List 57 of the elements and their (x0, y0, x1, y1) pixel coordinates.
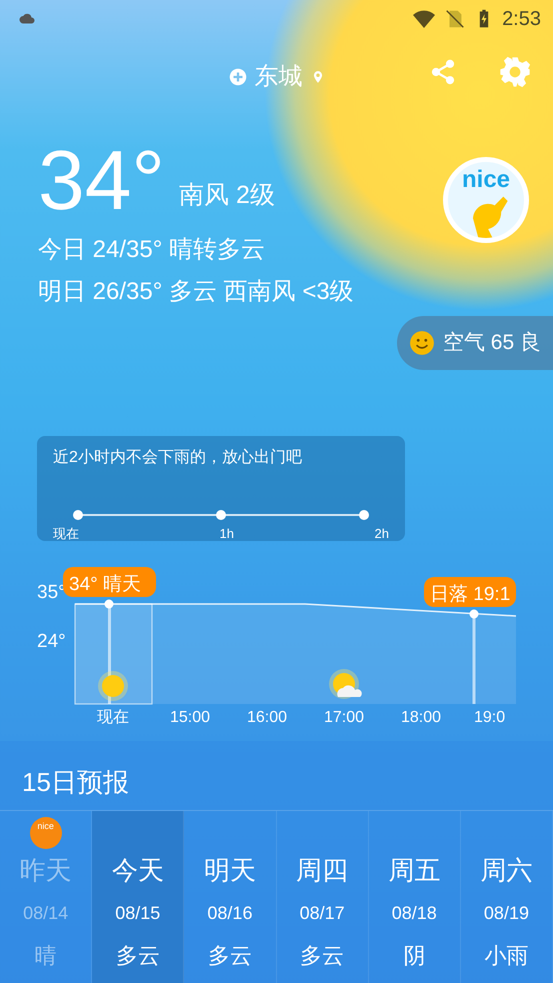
day-name: 周四 (295, 854, 350, 887)
timeline-label: 1h (220, 525, 234, 543)
day-weather: 阴 (402, 942, 426, 970)
day-name: 周六 (479, 854, 534, 887)
axis-label: 35° (37, 582, 66, 603)
temperature-callout: 34° 晴天 (63, 567, 156, 597)
status-time: 2:53 (502, 7, 541, 32)
rain-message: 近2小时内不会下雨的，放心出门吧 (53, 448, 303, 468)
day-date: 08/16 (206, 902, 254, 925)
day-date: 08/15 (114, 902, 162, 925)
sunset-point (470, 610, 478, 618)
axis-label: 24° (37, 631, 66, 652)
timeline-label: 2h (374, 525, 389, 543)
settings-icon[interactable] (499, 56, 531, 88)
day-weather: 多云 (114, 942, 161, 970)
day-name: 明天 (202, 854, 257, 887)
air-quality-pill[interactable]: 空气 65 良 (396, 316, 553, 370)
logo-badge[interactable]: nice (443, 157, 529, 243)
city-name[interactable]: 东城 (254, 59, 302, 95)
day-weather: 多云 (206, 942, 253, 970)
day-weather: 小雨 (483, 942, 530, 970)
add-icon[interactable] (228, 68, 246, 86)
temperature: 34° (38, 138, 166, 222)
forecast-day-column[interactable]: 今天 08/15 多云 (92, 811, 184, 983)
logo-text: nice (460, 168, 512, 192)
day-name: 昨天 (18, 854, 73, 887)
now-point (104, 600, 114, 608)
day-date: 08/14 (22, 902, 70, 925)
forecast-day-column[interactable]: 明天 08/16 多云 (184, 811, 277, 983)
wind-info: 南风 2级 (179, 180, 275, 210)
share-icon[interactable] (429, 58, 457, 86)
tomorrow-forecast: 明日 26/35° 多云 西南风 <3级 (38, 277, 355, 307)
time-label: 16:00 (246, 709, 288, 726)
day-date: 08/19 (482, 902, 530, 925)
time-label: 17:00 (324, 709, 364, 726)
time-label: 18:00 (400, 709, 442, 726)
day-name: 今天 (110, 854, 165, 887)
no-sim-icon (444, 8, 466, 30)
day-weather: 晴 (34, 942, 58, 970)
today-forecast: 今日 24/35° 晴转多云 (38, 235, 266, 265)
smiley-icon (408, 330, 435, 356)
time-label: 15:00 (170, 709, 210, 726)
forecast-day-column[interactable]: 周六 08/19 小雨 (460, 811, 553, 983)
section-title: 15日预报 (21, 766, 130, 799)
day-date: 08/17 (298, 902, 346, 925)
sun-icon (98, 671, 128, 701)
day-date: 08/18 (390, 902, 438, 925)
forecast-day-column[interactable]: 周五 08/18 阴 (368, 811, 461, 983)
time-label: 19:0 (474, 709, 506, 726)
logo-text: nice (37, 821, 54, 831)
day-name: 周五 (387, 854, 442, 887)
timeline-label: 现在 (53, 525, 79, 543)
time-label: 现在 (97, 709, 129, 726)
sun-cloud-icon (329, 669, 362, 699)
forecast-day-column[interactable]: 周四 08/17 多云 (276, 811, 369, 983)
sunset-callout: 日落 19:1 (424, 577, 516, 607)
day-weather: 多云 (299, 942, 346, 970)
